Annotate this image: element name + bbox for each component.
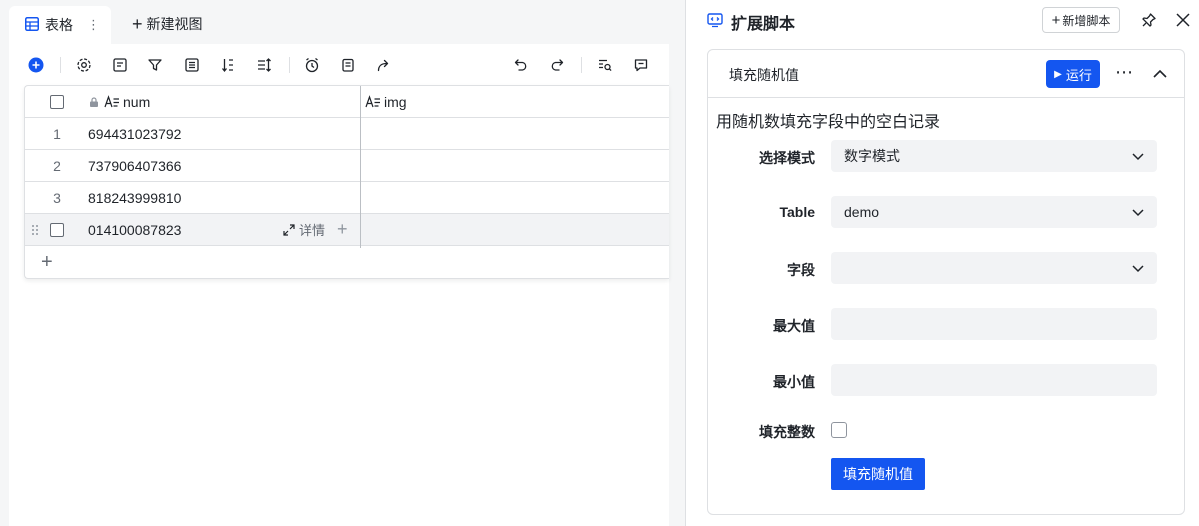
row-checkbox[interactable] [50, 214, 64, 245]
integer-checkbox[interactable] [831, 422, 847, 438]
new-view-label: 新建视图 [146, 16, 203, 32]
comment-icon[interactable] [631, 55, 651, 75]
integer-label: 填充整数 [759, 424, 815, 440]
script-card: 填充随机值 ▶ 运行 ⋯ 用随机数填充字段中的空白记录 选择模式 数字模式 Ta… [707, 49, 1185, 515]
expand-icon [283, 223, 295, 236]
row-number: 3 [53, 189, 61, 206]
cell-num[interactable]: 818243999810 [88, 190, 181, 206]
mode-value: 数字模式 [844, 148, 900, 164]
data-grid: num img 1 694431023792 2 737906407366 3 … [24, 85, 669, 279]
table-row[interactable]: 2 737906407366 [25, 150, 669, 182]
plus-icon[interactable]: + [41, 246, 53, 278]
chevron-down-icon [1132, 265, 1144, 273]
play-icon: ▶ [1054, 68, 1062, 80]
plus-icon: + [1051, 11, 1061, 29]
search-icon[interactable] [595, 55, 615, 75]
script-title: 填充随机值 [729, 67, 799, 83]
min-input[interactable] [831, 364, 1157, 396]
more-vertical-icon[interactable]: ⋮ [87, 17, 100, 33]
add-icon[interactable] [26, 55, 46, 75]
table-row[interactable]: 1 694431023792 [25, 118, 669, 150]
field-label: 字段 [787, 262, 815, 278]
filter-icon[interactable] [145, 55, 165, 75]
redo-icon[interactable] [547, 55, 567, 75]
table-value: demo [844, 204, 880, 220]
min-label: 最小值 [773, 374, 815, 390]
grid-canvas: num img 1 694431023792 2 737906407366 3 … [9, 44, 669, 526]
settings-icon[interactable] [74, 55, 94, 75]
cell-num[interactable]: 694431023792 [88, 126, 181, 142]
column-name: num [123, 93, 151, 110]
table-select[interactable]: demo [831, 196, 1157, 228]
panel-header: 扩展脚本 + 新增脚本 [686, 0, 1199, 40]
select-all-checkbox[interactable] [50, 86, 64, 117]
chevron-up-icon[interactable] [1152, 66, 1168, 82]
toolbar-divider [289, 57, 290, 73]
add-script-button[interactable]: + 新增脚本 [1042, 7, 1120, 33]
add-script-label: 新增脚本 [1062, 13, 1111, 28]
extension-panel: 扩展脚本 + 新增脚本 填充随机值 ▶ 运行 ⋯ 用随机数填充字段中的空白记录 … [685, 0, 1199, 526]
fill-random-button[interactable]: 填充随机值 [831, 458, 925, 490]
script-description: 用随机数填充字段中的空白记录 [716, 114, 941, 131]
add-row[interactable]: + [25, 246, 669, 278]
max-input[interactable] [831, 308, 1157, 340]
chevron-down-icon [1132, 153, 1144, 161]
column-divider [360, 86, 361, 248]
text-field-icon [104, 94, 119, 107]
plus-icon: + [132, 14, 143, 34]
sort-icon[interactable] [218, 55, 238, 75]
max-label: 最大值 [773, 318, 815, 334]
share-icon[interactable] [374, 55, 394, 75]
tab-label: 表格 [45, 17, 73, 33]
column-name: img [384, 93, 407, 110]
copy-icon[interactable] [338, 55, 358, 75]
new-view-button[interactable]: + 新建视图 [132, 14, 203, 34]
grid-icon [25, 16, 39, 34]
expand-detail-button[interactable]: 详情 [283, 214, 325, 245]
toolbar-divider [60, 57, 61, 73]
detail-label: 详情 [299, 223, 326, 238]
table-area: 表格 ⋮ + 新建视图 num img 1 694431023792 2 737… [0, 0, 685, 526]
tab-grid-view[interactable]: 表格 ⋮ [9, 6, 111, 44]
mode-label: 选择模式 [759, 150, 815, 166]
column-header-img[interactable]: img [365, 86, 407, 117]
grid-toolbar [9, 44, 669, 86]
chevron-down-icon [1132, 209, 1144, 217]
cell-num[interactable]: 014100087823 [88, 222, 181, 238]
close-icon[interactable] [1175, 12, 1191, 31]
mode-select[interactable]: 数字模式 [831, 140, 1157, 172]
add-row-inline-icon[interactable]: + [337, 214, 348, 245]
group-icon[interactable] [182, 55, 202, 75]
text-field-icon [365, 94, 380, 107]
table-row[interactable]: 3 818243999810 [25, 182, 669, 214]
form-icon[interactable] [110, 55, 130, 75]
undo-icon[interactable] [511, 55, 531, 75]
more-horizontal-icon[interactable]: ⋯ [1115, 62, 1134, 83]
script-card-header: 填充随机值 ▶ 运行 ⋯ [708, 50, 1184, 98]
row-number: 1 [53, 125, 61, 142]
row-height-icon[interactable] [254, 55, 274, 75]
panel-title: 扩展脚本 [731, 16, 796, 33]
grid-header: num img [25, 86, 669, 118]
extension-icon [707, 12, 723, 31]
drag-handle-icon[interactable] [31, 214, 39, 245]
lock-icon [90, 96, 98, 107]
reminder-icon[interactable] [302, 55, 322, 75]
view-tabbar: 表格 ⋮ + 新建视图 [0, 0, 685, 44]
table-label: Table [779, 204, 815, 220]
toolbar-divider [581, 57, 582, 73]
column-header-num[interactable]: num [88, 86, 150, 117]
table-row-hovered[interactable]: 014100087823 详情 + [25, 214, 669, 246]
run-label: 运行 [1065, 67, 1092, 83]
run-button[interactable]: ▶ 运行 [1046, 60, 1100, 88]
row-number: 2 [53, 157, 61, 174]
cell-num[interactable]: 737906407366 [88, 158, 181, 174]
pin-icon[interactable] [1141, 12, 1157, 31]
field-select[interactable] [831, 252, 1157, 284]
